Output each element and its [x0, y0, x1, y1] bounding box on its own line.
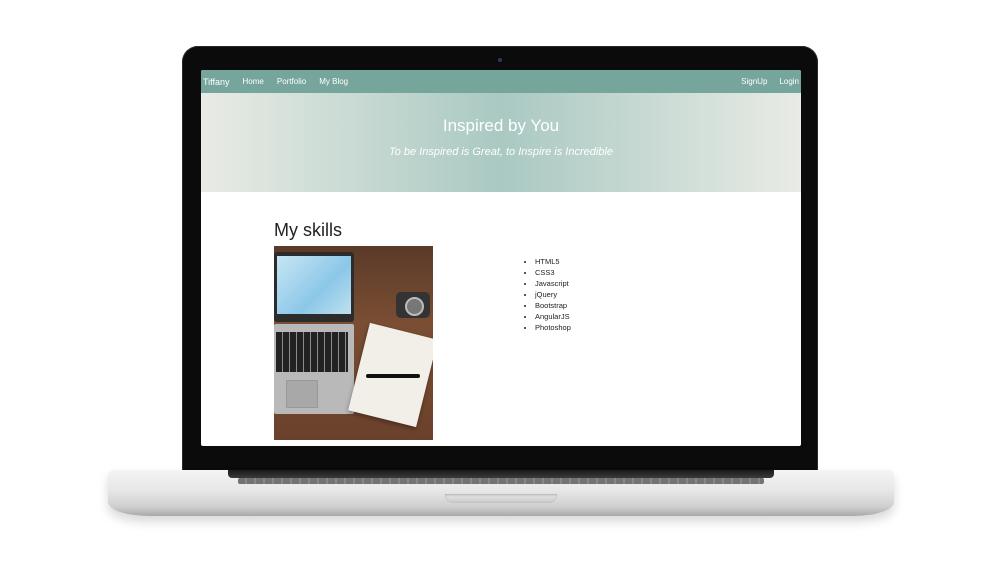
workspace-photo: [274, 246, 433, 440]
skill-item: Bootstrap: [535, 300, 571, 311]
skill-item: Javascript: [535, 278, 571, 289]
laptop-lid: Tiffany Home Portfolio My Blog SignUp Lo…: [182, 46, 818, 476]
photo-pen: [366, 374, 420, 378]
photo-camera: [396, 292, 430, 318]
skills-heading: My skills: [274, 220, 342, 240]
navbar: Tiffany Home Portfolio My Blog SignUp Lo…: [201, 70, 801, 93]
skill-item: AngularJS: [535, 311, 571, 322]
photo-laptop-display: [277, 256, 351, 314]
skill-item: CSS3: [535, 267, 571, 278]
photo-keys: [276, 332, 348, 372]
laptop-notch: [445, 494, 557, 503]
hero-subtitle: To be Inspired is Great, to Inspire is I…: [389, 146, 613, 158]
laptop-keyboard-edge: [238, 478, 764, 484]
photo-laptop-keyboard: [274, 324, 354, 414]
nav-right-group: SignUp Login: [729, 77, 799, 86]
skills-section: My skills HTML5 CSS3 Javascript: [201, 192, 801, 446]
skill-item: jQuery: [535, 289, 571, 300]
nav-home-link[interactable]: Home: [243, 77, 264, 86]
photo-trackpad: [286, 380, 318, 408]
nav-blog-link[interactable]: My Blog: [319, 77, 348, 86]
skill-item: HTML5: [535, 256, 571, 267]
signup-link[interactable]: SignUp: [741, 77, 767, 86]
photo-camera-lens: [405, 297, 424, 316]
webcam-icon: [498, 58, 502, 62]
nav-portfolio-link[interactable]: Portfolio: [277, 77, 306, 86]
laptop-hinge: [228, 470, 774, 478]
hero-title: Inspired by You: [442, 116, 560, 135]
brand-link[interactable]: Tiffany: [203, 77, 230, 87]
laptop-screen: Tiffany Home Portfolio My Blog SignUp Lo…: [201, 70, 801, 446]
login-link[interactable]: Login: [779, 77, 799, 86]
skills-list: HTML5 CSS3 Javascript jQuery Bootstrap A…: [525, 256, 571, 333]
laptop-base: [108, 470, 894, 516]
skill-item: Photoshop: [535, 322, 571, 333]
photo-laptop-screen: [274, 252, 354, 322]
hero-banner: Inspired by You To be Inspired is Great,…: [201, 93, 801, 192]
